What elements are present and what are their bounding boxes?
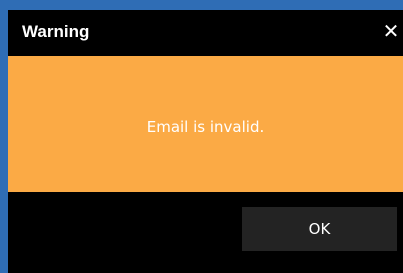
warning-message: Email is invalid. bbox=[146, 118, 265, 136]
warning-dialog: Warning ✕ Email is invalid. OK bbox=[8, 10, 403, 273]
ok-button[interactable]: OK bbox=[242, 207, 397, 251]
dialog-title: Warning bbox=[22, 22, 90, 41]
dialog-titlebar[interactable]: Warning ✕ bbox=[8, 10, 403, 56]
warning-message-area: Email is invalid. bbox=[8, 56, 403, 192]
close-icon[interactable]: ✕ bbox=[381, 21, 401, 41]
